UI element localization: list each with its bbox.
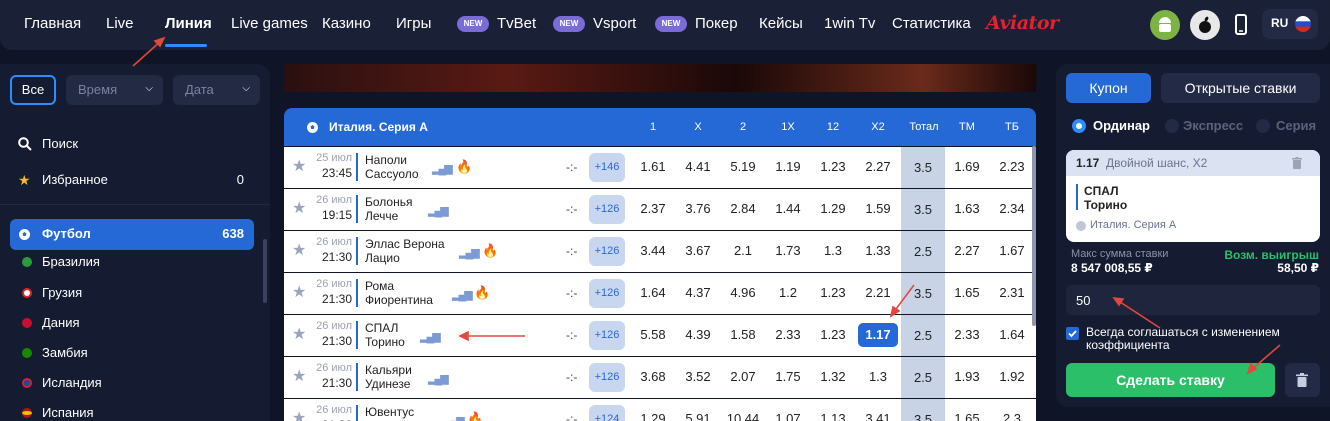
annotation-arrow: [1116, 299, 1161, 329]
annotation-arrows: [132, 36, 1281, 375]
annotation-arrowhead: [1246, 362, 1258, 375]
annotation-arrowhead: [889, 305, 901, 318]
annotation-arrowhead: [458, 330, 469, 342]
